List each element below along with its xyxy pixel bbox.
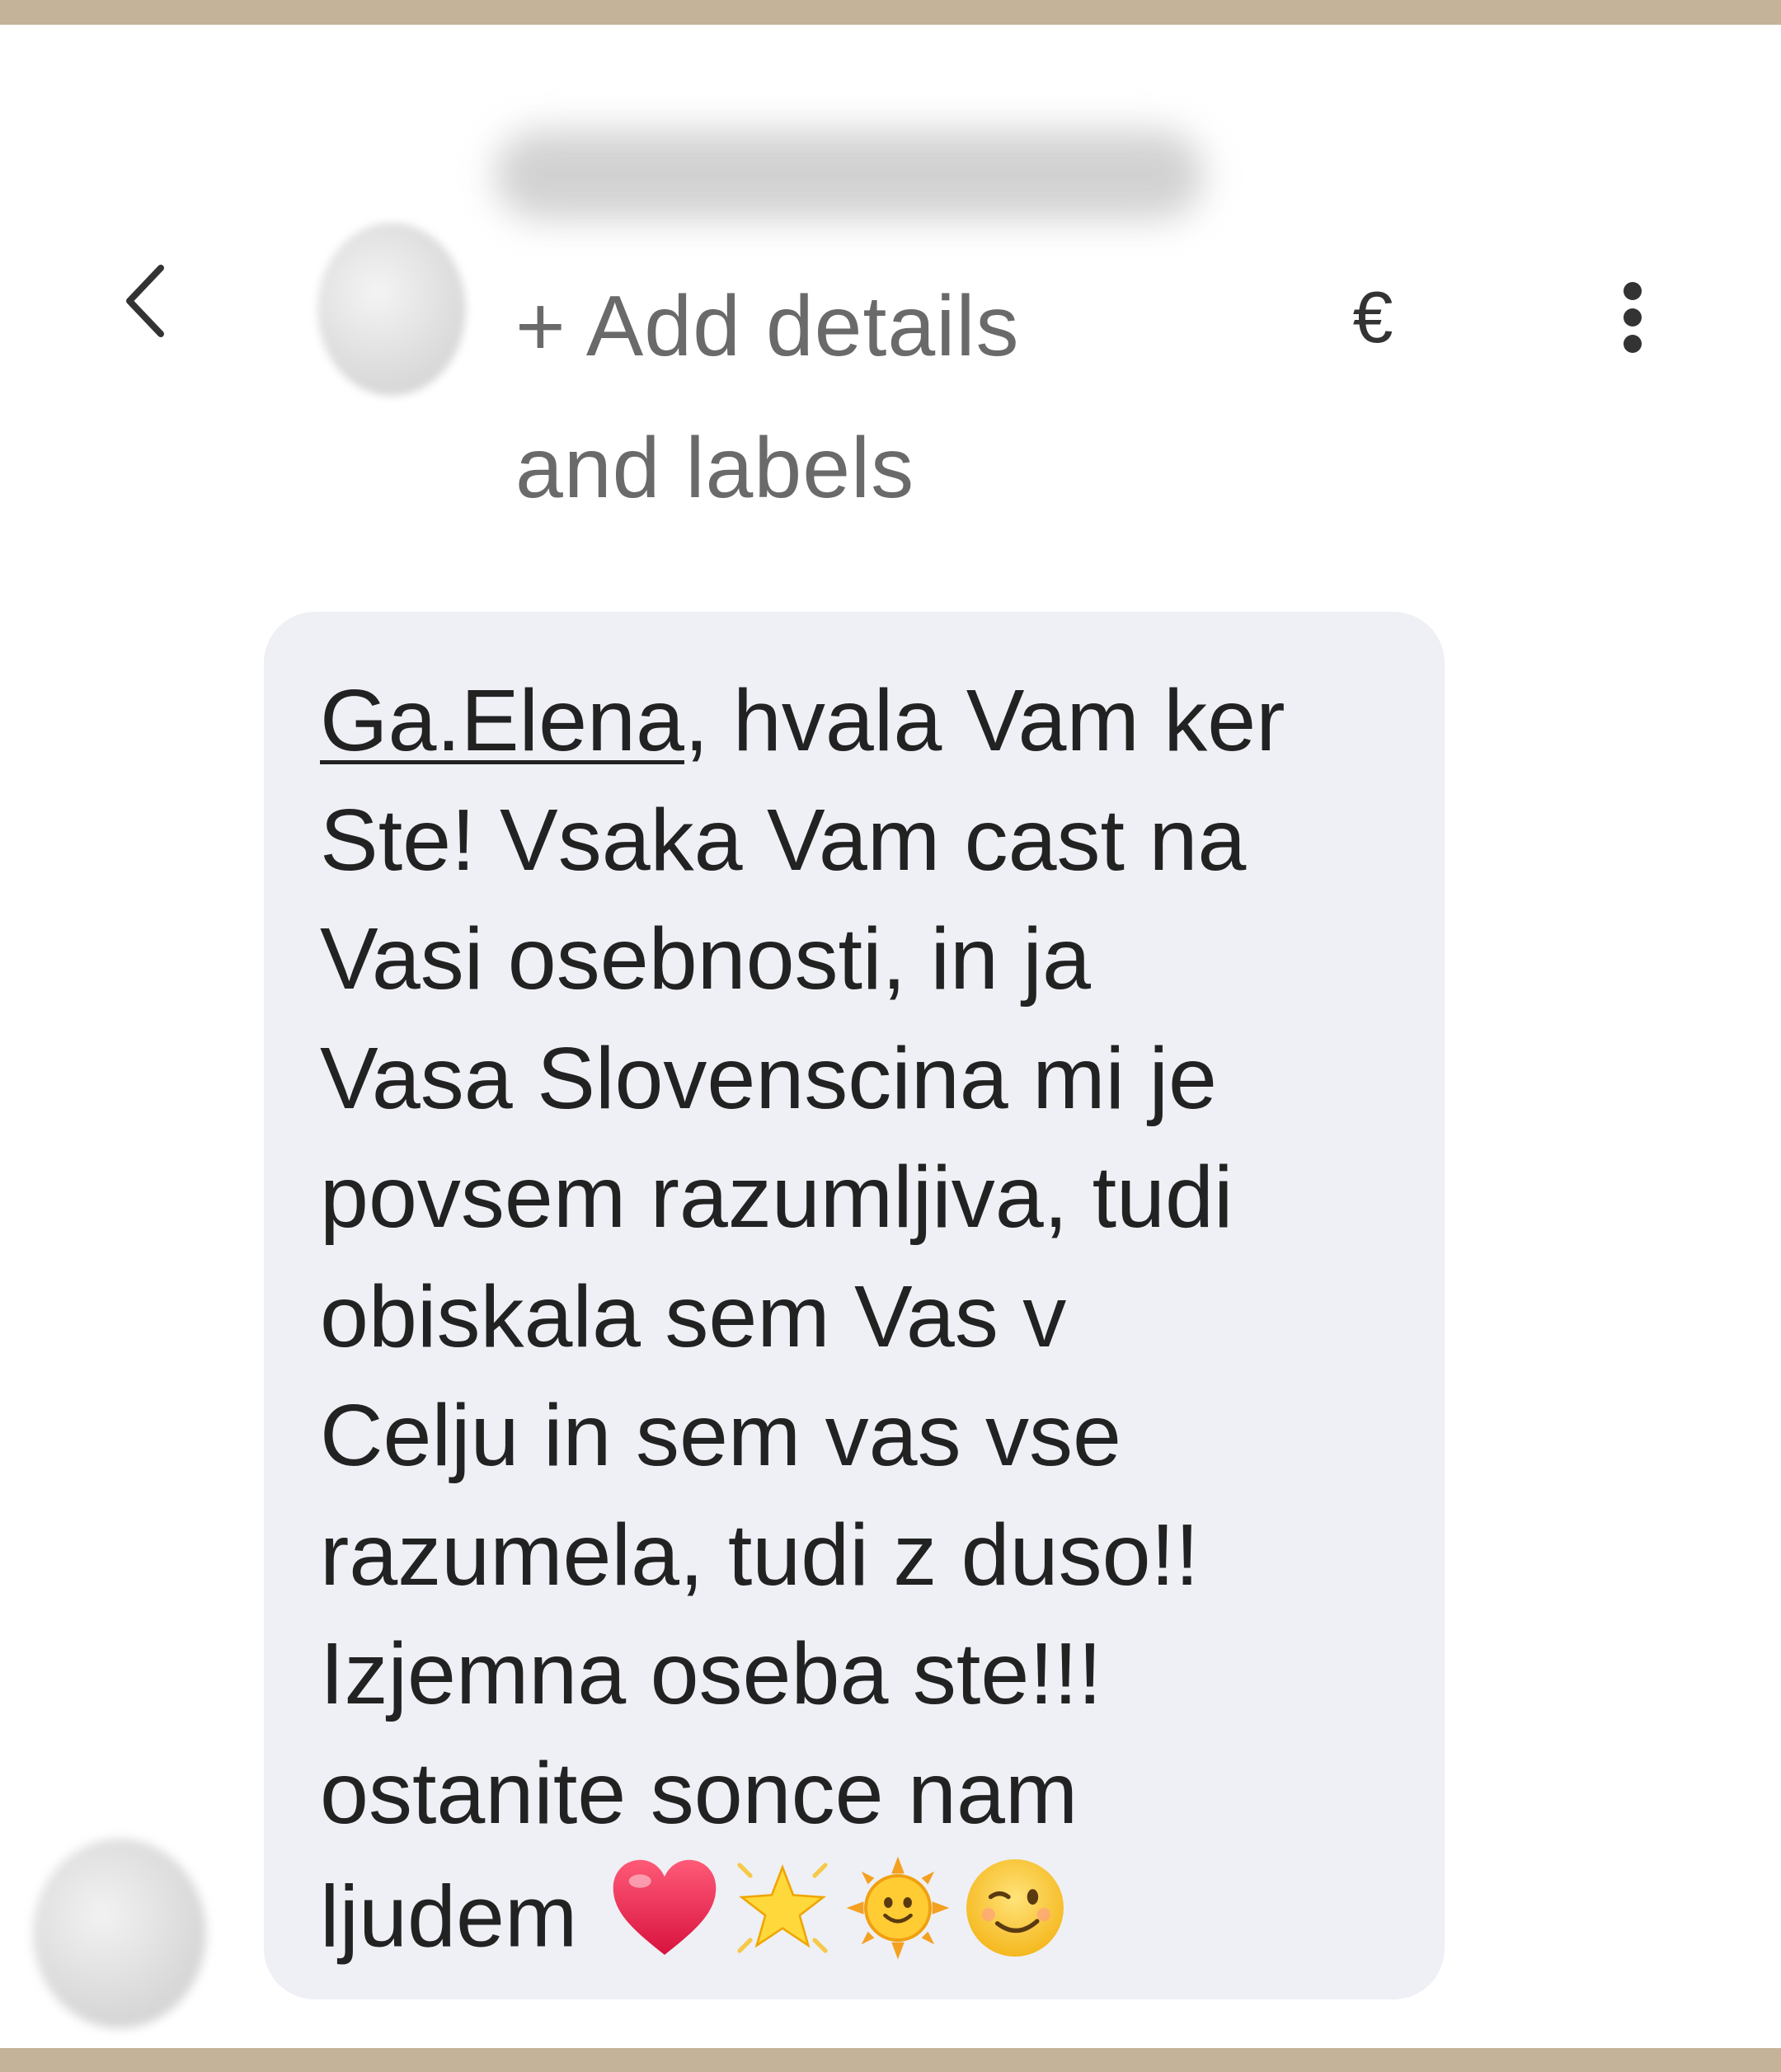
message-line: Vasa Slovenscina mi je (320, 1029, 1218, 1127)
add-details-label-line2: and labels (515, 421, 915, 516)
add-details-link[interactable]: + Add details and labels (515, 256, 1158, 539)
message-line: povsem razumljiva, tudi (320, 1149, 1234, 1246)
more-vertical-icon (1624, 282, 1642, 353)
message-line: razumela, tudi z duso!! (320, 1506, 1200, 1604)
currency-button[interactable]: € (1319, 264, 1426, 371)
photo-frame-top (0, 0, 1781, 25)
mention-link[interactable]: Ga.Elena (320, 672, 684, 769)
contact-avatar[interactable] (317, 223, 466, 396)
message-line: ljudem (320, 1853, 1403, 1994)
message-line: Ste! Vsaka Vam cast na (320, 791, 1247, 889)
euro-icon: € (1352, 276, 1393, 358)
message-line-text: , hvala Vam ker (684, 672, 1285, 769)
message-line-text: ljudem (320, 1868, 578, 1966)
chevron-left-icon (126, 265, 164, 337)
message-line: Ga.Elena, hvala Vam ker (320, 661, 1403, 781)
photo-frame-bottom (0, 2048, 1781, 2072)
heart-emoji-icon (609, 1854, 721, 1992)
add-details-label-line1: + Add details (515, 279, 1020, 374)
message-bubble[interactable]: Ga.Elena, hvala Vam ker Ste! Vsaka Vam c… (264, 612, 1445, 1999)
conversation-screen: + Add details and labels € Ga.Elena, hva… (0, 25, 1781, 2048)
sun-emoji-icon (844, 1854, 952, 1992)
message-line: Izjemna oseba ste!!! (320, 1625, 1102, 1722)
star-emoji-icon (729, 1854, 836, 1992)
sender-avatar[interactable] (33, 1839, 206, 2028)
message-line: Vasi osebnosti, in ja (320, 910, 1091, 1008)
message-line: obiskala sem Vas v (320, 1267, 1067, 1365)
winking-face-emoji-icon (960, 1853, 1070, 1994)
message-line: Celju in sem vas vse (320, 1387, 1122, 1484)
contact-name-redacted (495, 130, 1204, 219)
message-line: ostanite sonce nam (320, 1744, 1078, 1842)
more-options-button[interactable] (1591, 264, 1674, 371)
back-button[interactable] (107, 256, 181, 346)
